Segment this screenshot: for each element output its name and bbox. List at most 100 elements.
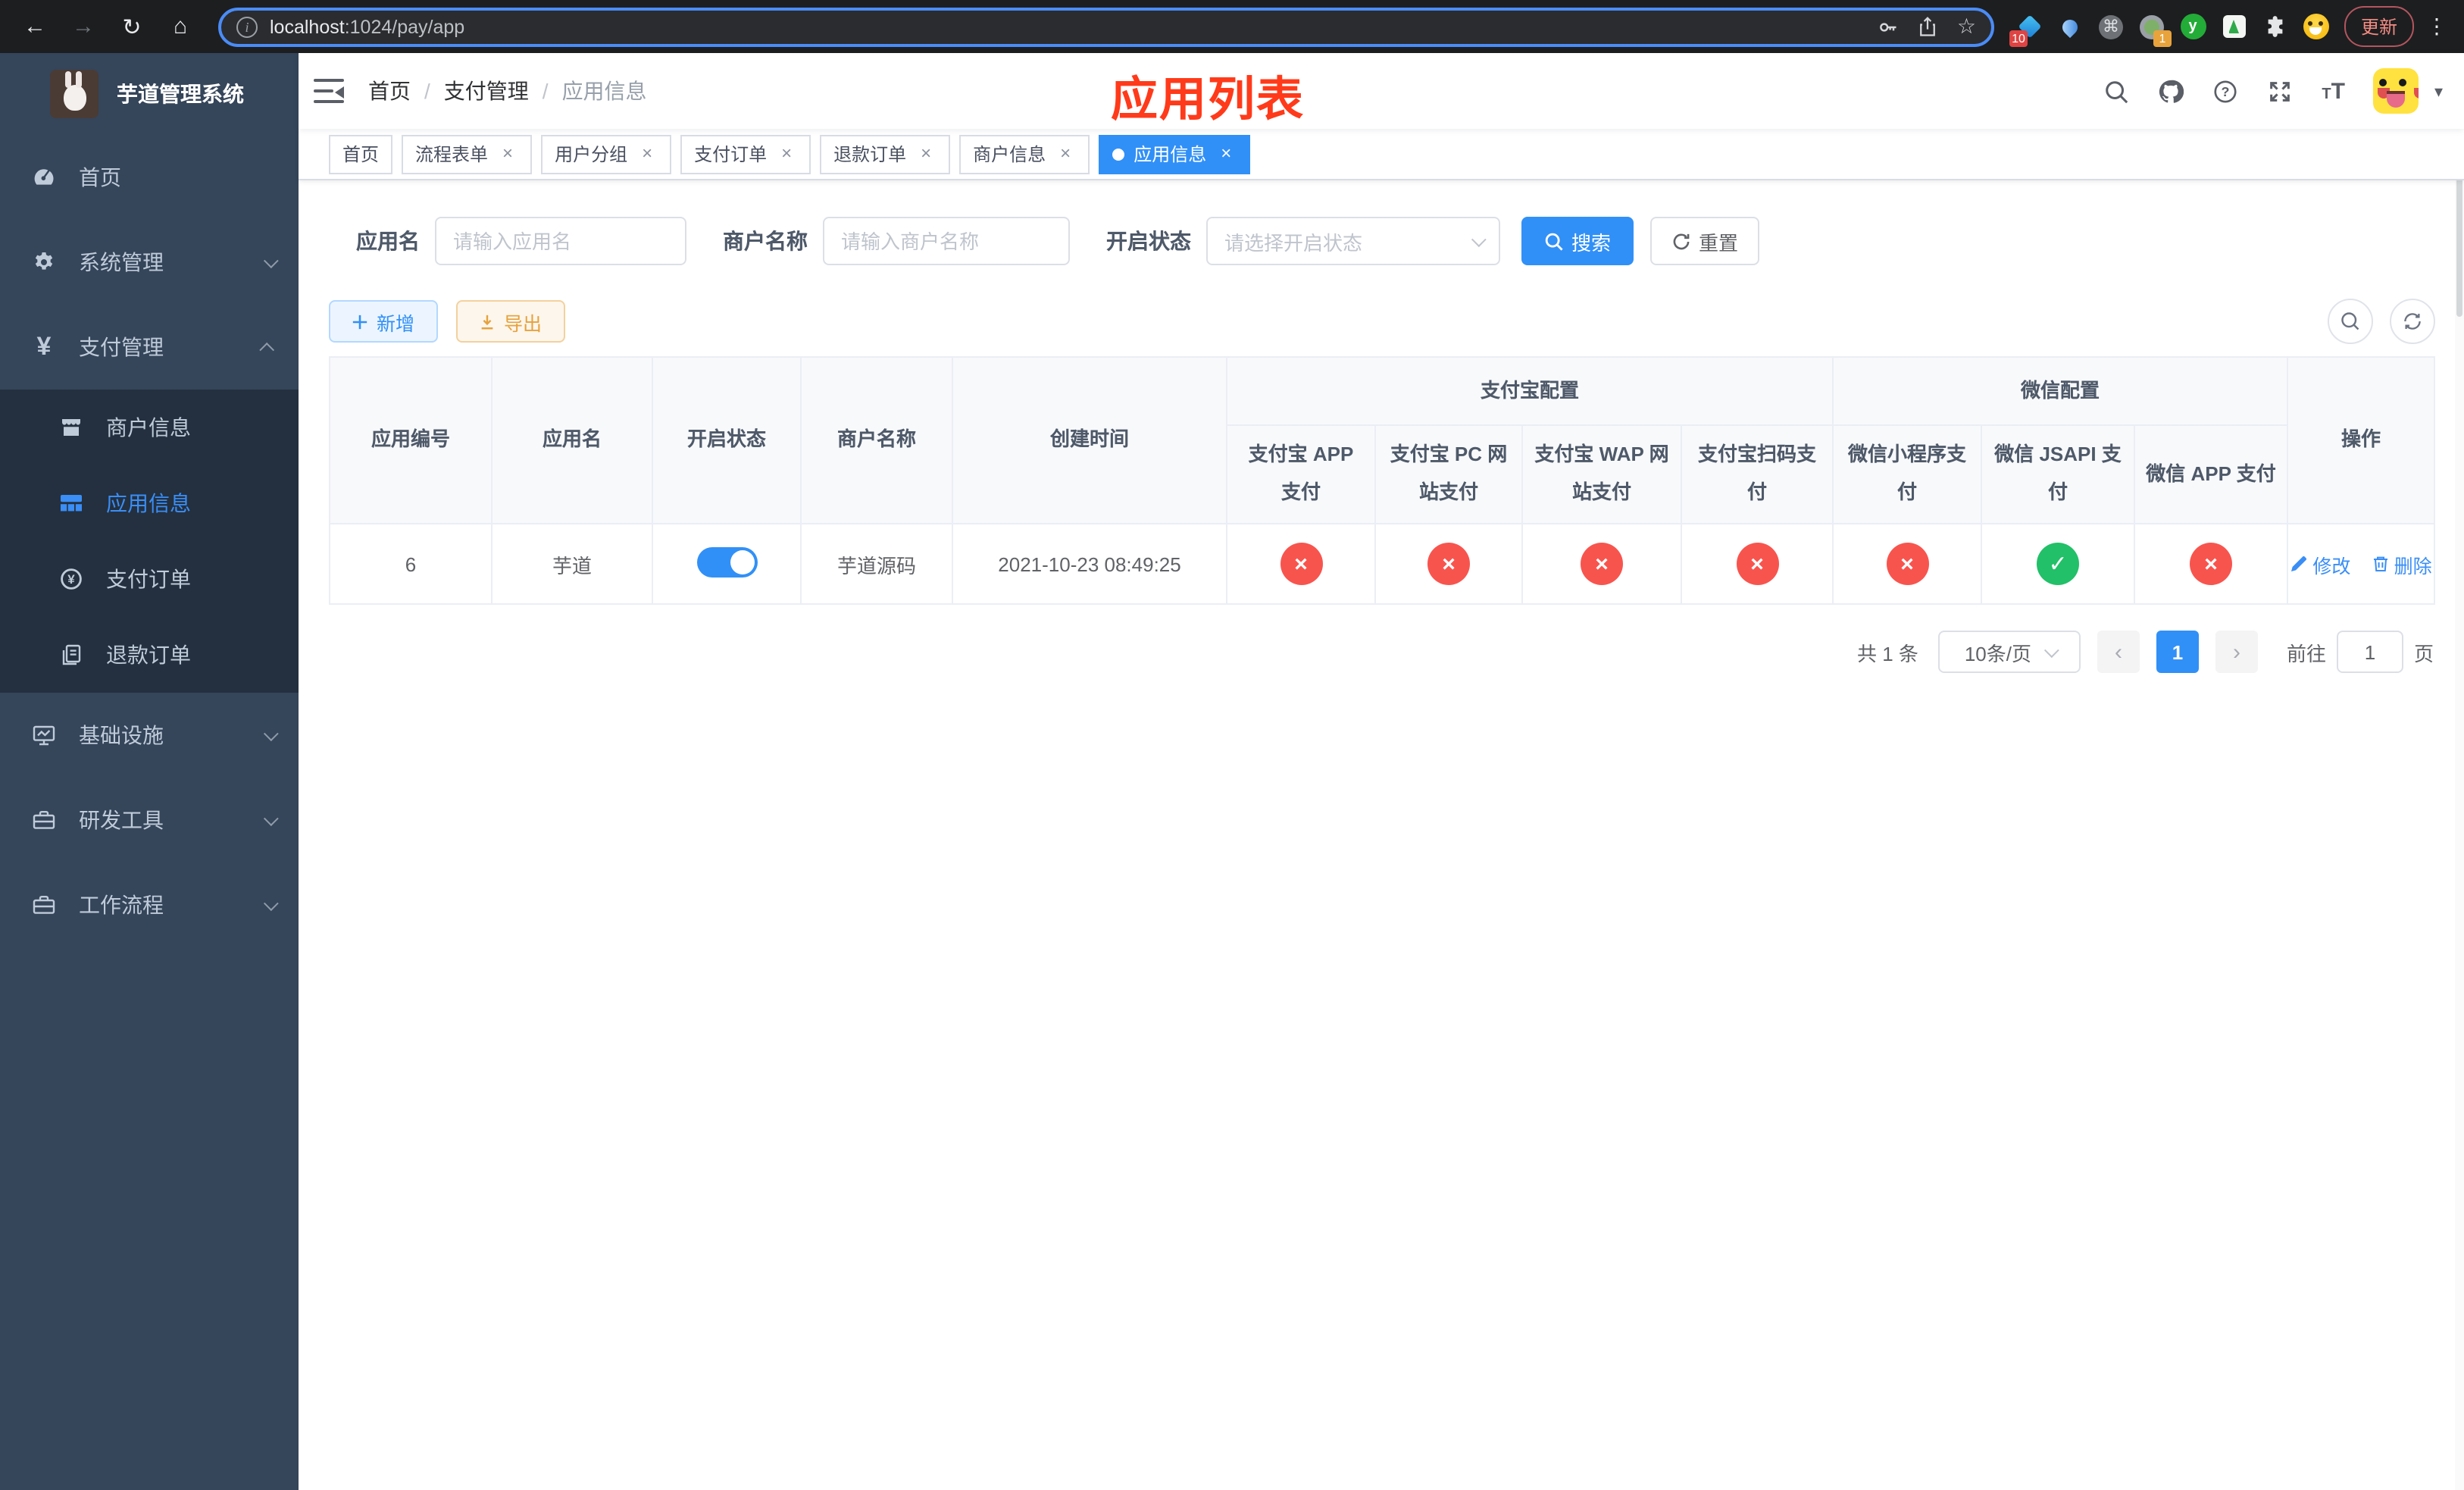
emoji-extension-icon[interactable] xyxy=(2302,13,2329,40)
extension-sprout-icon[interactable] xyxy=(2220,13,2247,40)
back-icon[interactable]: ← xyxy=(18,10,52,43)
sidebar-item-workflow[interactable]: 工作流程 xyxy=(0,862,299,947)
sidebar-item-system[interactable]: 系统管理 xyxy=(0,220,299,305)
sidebar-item-payment[interactable]: ¥ 支付管理 xyxy=(0,305,299,390)
edit-link[interactable]: 修改 xyxy=(2290,549,2350,578)
gear-icon xyxy=(30,250,58,274)
search-button[interactable]: 搜索 xyxy=(1521,217,1634,265)
password-key-icon[interactable] xyxy=(1878,16,1900,37)
status-label: 开启状态 xyxy=(1106,229,1191,253)
status-toggle[interactable] xyxy=(696,546,757,577)
page-unit-label: 页 xyxy=(2413,642,2434,665)
sidebar-item-home[interactable]: 首页 xyxy=(0,135,299,220)
cell-app-id: 6 xyxy=(329,523,492,605)
refresh-icon xyxy=(1673,233,1690,249)
next-page-button[interactable]: › xyxy=(2215,631,2258,673)
pencil-icon xyxy=(2291,556,2307,571)
toggle-search-icon[interactable] xyxy=(2328,299,2373,344)
url-text[interactable]: localhost:1024/pay/app xyxy=(270,16,1878,37)
bookmark-star-icon[interactable]: ☆ xyxy=(1957,14,1976,39)
col-header-ops: 操作 xyxy=(2287,356,2436,524)
github-icon[interactable] xyxy=(2158,78,2184,104)
sidebar-item-label: 支付订单 xyxy=(106,567,191,591)
user-avatar[interactable] xyxy=(2373,68,2419,114)
close-icon[interactable]: × xyxy=(1215,142,1237,164)
prev-page-button[interactable]: ‹ xyxy=(2097,631,2140,673)
fullscreen-icon[interactable] xyxy=(2267,78,2293,104)
close-icon[interactable]: × xyxy=(1055,142,1076,164)
toolbox-icon xyxy=(30,893,58,917)
share-icon[interactable] xyxy=(1918,16,1939,37)
alipay-qr-status-icon: × xyxy=(1736,543,1778,585)
tab-user-group[interactable]: 用户分组 × xyxy=(541,134,672,174)
page-annotation: 应用列表 xyxy=(1111,73,1305,126)
sidebar-item-label: 应用信息 xyxy=(106,491,191,515)
help-icon[interactable]: ? xyxy=(2212,78,2238,104)
search-icon[interactable] xyxy=(2103,78,2129,104)
close-icon[interactable]: × xyxy=(915,142,937,164)
sidebar-item-merchant-info[interactable]: 商户信息 xyxy=(0,390,299,465)
payment-submenu: 商户信息 应用信息 ¥ 支付订单 退款订单 xyxy=(0,390,299,693)
refresh-table-icon[interactable] xyxy=(2390,299,2435,344)
sidebar-item-refund-order[interactable]: 退款订单 xyxy=(0,617,299,693)
close-icon[interactable]: × xyxy=(776,142,797,164)
close-icon[interactable]: × xyxy=(636,142,658,164)
chevron-down-icon xyxy=(1471,231,1487,247)
col-header-alipay-qr: 支付宝扫码支付 xyxy=(1680,424,1834,524)
sidebar-item-app-info[interactable]: 应用信息 xyxy=(0,465,299,541)
extension-pin-icon[interactable] xyxy=(2056,13,2084,40)
app-name-label: 应用名 xyxy=(356,229,420,253)
extension-command-icon[interactable]: ⌘ xyxy=(2097,13,2125,40)
close-icon[interactable]: × xyxy=(497,142,518,164)
col-header-alipay-app: 支付宝 APP 支付 xyxy=(1226,424,1376,524)
browser-update-button[interactable]: 更新 xyxy=(2344,6,2415,47)
extension-profile-icon[interactable]: 1 xyxy=(2138,13,2172,46)
goto-page: 前往 页 xyxy=(2287,631,2434,673)
extension-diamond-icon[interactable]: 10 xyxy=(2009,13,2043,46)
breadcrumb-payment[interactable]: 支付管理 xyxy=(444,76,529,106)
tab-pay-order[interactable]: 支付订单 × xyxy=(680,134,811,174)
extension-green-icon[interactable]: y xyxy=(2179,13,2206,40)
sidebar-item-infra[interactable]: 基础设施 xyxy=(0,693,299,778)
merchant-name-label: 商户名称 xyxy=(723,229,808,253)
status-select[interactable]: 请选择开启状态 xyxy=(1206,217,1500,265)
forward-icon[interactable]: → xyxy=(67,10,100,43)
col-header-app-name: 应用名 xyxy=(491,356,653,524)
add-button[interactable]: 新增 xyxy=(329,300,438,343)
goto-page-input[interactable] xyxy=(2336,631,2403,673)
tab-process-form[interactable]: 流程表单 × xyxy=(402,134,533,174)
store-icon xyxy=(58,415,85,440)
sidebar-item-label: 退款订单 xyxy=(106,643,191,667)
browser-menu-icon[interactable]: ⋮ xyxy=(2426,14,2447,39)
download-icon xyxy=(482,314,494,329)
monitor-icon xyxy=(30,723,58,747)
tab-refund-order[interactable]: 退款订单 × xyxy=(820,134,951,174)
site-info-icon[interactable]: i xyxy=(236,16,258,37)
tab-app-info[interactable]: 应用信息 × xyxy=(1099,134,1251,174)
screen: ← → ↻ ⌂ i localhost:1024/pay/app ☆ 10 ⌘ … xyxy=(0,0,2464,1490)
export-button[interactable]: 导出 xyxy=(456,300,565,343)
merchant-name-input[interactable] xyxy=(823,217,1070,265)
font-size-icon[interactable]: TT xyxy=(2322,78,2345,104)
tab-merchant-info[interactable]: 商户信息 × xyxy=(959,134,1090,174)
dashboard-icon xyxy=(30,165,58,189)
page-size-select[interactable]: 10条/页 xyxy=(1937,631,2081,673)
tab-home[interactable]: 首页 xyxy=(329,134,393,174)
current-page-button[interactable]: 1 xyxy=(2156,631,2199,673)
home-icon[interactable]: ⌂ xyxy=(164,10,197,43)
url-bar[interactable]: i localhost:1024/pay/app ☆ xyxy=(218,7,1994,46)
sidebar-item-pay-order[interactable]: ¥ 支付订单 xyxy=(0,541,299,617)
documents-icon xyxy=(58,643,85,667)
extensions-puzzle-icon[interactable] xyxy=(2261,13,2288,40)
reload-icon[interactable]: ↻ xyxy=(115,10,149,43)
sidebar-item-label: 商户信息 xyxy=(106,415,191,440)
sidebar-item-dev-tools[interactable]: 研发工具 xyxy=(0,778,299,862)
avatar-caret-icon[interactable]: ▾ xyxy=(2434,81,2443,101)
page-scrollbar[interactable] xyxy=(2455,53,2464,1490)
reset-button[interactable]: 重置 xyxy=(1650,217,1759,265)
delete-link[interactable]: 删除 xyxy=(2372,549,2432,578)
app-name-input[interactable] xyxy=(435,217,686,265)
logo-row[interactable]: 芋道管理系统 xyxy=(0,53,299,135)
breadcrumb-home[interactable]: 首页 xyxy=(368,76,411,106)
sidebar-collapse-icon[interactable] xyxy=(314,79,344,103)
